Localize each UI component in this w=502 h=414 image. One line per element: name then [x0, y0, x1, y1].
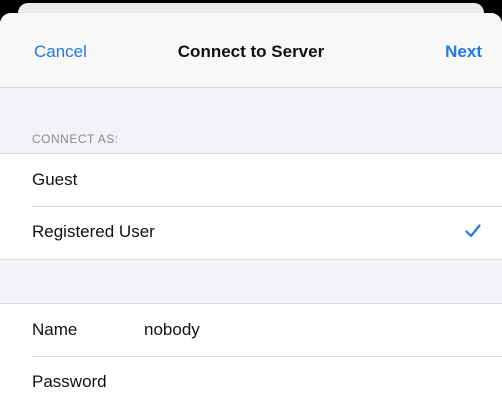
- name-field[interactable]: Name nobody: [0, 304, 502, 356]
- connect-as-section-header: CONNECT AS:: [32, 132, 119, 146]
- connect-to-server-sheet: Cancel Connect to Server Next CONNECT AS…: [0, 13, 502, 414]
- option-registered-user[interactable]: Registered User: [0, 206, 502, 258]
- next-button[interactable]: Next: [445, 41, 482, 63]
- password-label: Password: [32, 372, 107, 391]
- checkmark-icon: [465, 224, 481, 238]
- option-registered-user-label: Registered User: [32, 222, 155, 241]
- credentials-group: Name nobody Password: [0, 303, 502, 414]
- page-title: Connect to Server: [177, 42, 325, 61]
- option-guest-label: Guest: [32, 170, 78, 189]
- password-field[interactable]: Password: [0, 356, 502, 408]
- option-guest[interactable]: Guest: [0, 154, 502, 206]
- name-label: Name: [32, 320, 78, 339]
- navigation-bar: Cancel Connect to Server Next: [0, 13, 502, 88]
- connect-as-options: Guest Registered User: [0, 153, 502, 260]
- name-input[interactable]: nobody: [144, 319, 200, 341]
